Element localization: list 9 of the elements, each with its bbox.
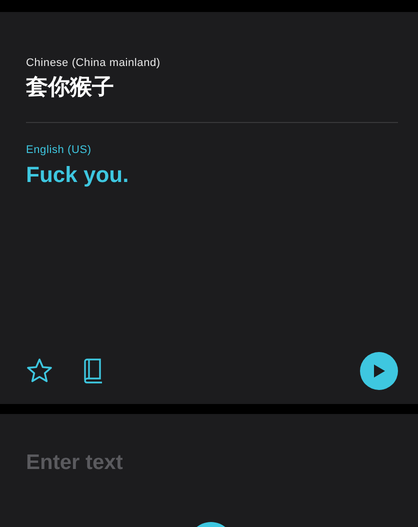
translated-text: Fuck you. <box>26 161 130 189</box>
star-icon[interactable] <box>26 358 53 384</box>
text-input-field[interactable]: Enter text <box>26 450 326 476</box>
source-language: Chinese (China mainland) <box>26 56 162 70</box>
source-text: 套你猴子 <box>26 73 115 101</box>
play-icon <box>372 363 386 379</box>
book-icon[interactable] <box>83 358 103 384</box>
target-language: English (US) <box>26 143 92 157</box>
play-button[interactable] <box>360 352 398 390</box>
